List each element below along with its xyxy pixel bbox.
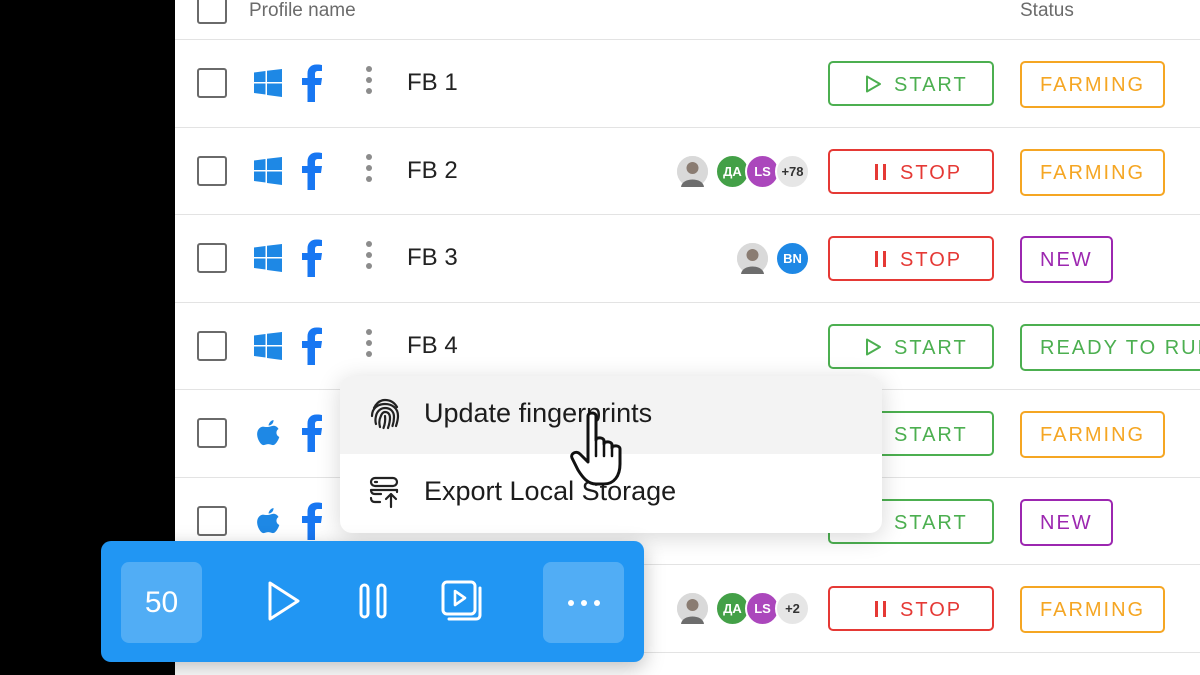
user-avatar-photo: [675, 591, 710, 626]
profile-name[interactable]: FB 2: [407, 157, 458, 185]
action-label: START: [894, 424, 968, 446]
status-column-header[interactable]: Status: [1020, 0, 1074, 22]
facebook-icon: [302, 502, 322, 540]
windows-icon: [254, 69, 282, 97]
more-icon-dot: [593, 599, 600, 606]
action-label: START: [894, 74, 968, 96]
status-badge: NEW: [1020, 236, 1113, 283]
apple-icon: [257, 507, 280, 533]
pause-icon: [875, 251, 886, 267]
play-all-icon[interactable]: [261, 579, 305, 623]
facebook-icon: [302, 64, 322, 102]
action-label: START: [894, 336, 968, 359]
profile-name[interactable]: FB 3: [407, 244, 458, 272]
pause-all-icon[interactable]: [351, 579, 395, 623]
action-label: STOP: [900, 599, 963, 621]
table-row[interactable]: FB 2 ДА LS +78 STOP FARMING: [175, 128, 1200, 215]
row-checkbox[interactable]: [197, 330, 227, 361]
status-badge: NEW: [1020, 498, 1113, 546]
row-menu-kebab-icon[interactable]: [363, 328, 375, 363]
row-checkbox[interactable]: [197, 155, 227, 186]
stop-button[interactable]: STOP: [828, 148, 994, 194]
open-windows-icon[interactable]: [440, 579, 484, 623]
stop-button[interactable]: STOP: [828, 586, 994, 631]
hand-cursor-icon: [570, 411, 622, 486]
table-header: Profile name Status: [175, 0, 1200, 40]
profile-name[interactable]: FB 1: [407, 69, 458, 97]
action-label: START: [894, 511, 968, 534]
user-avatar: BN: [775, 241, 810, 276]
action-label: STOP: [900, 249, 963, 271]
more-users-count[interactable]: +78: [775, 153, 810, 189]
pause-icon: [875, 601, 886, 617]
row-checkbox[interactable]: [197, 243, 227, 273]
more-users-count[interactable]: +2: [775, 591, 810, 626]
pause-icon: [875, 163, 886, 180]
play-icon: [866, 75, 881, 93]
fingerprint-icon: [370, 398, 400, 430]
windows-icon: [254, 244, 282, 272]
table-row[interactable]: FB 1 START FARMING: [175, 40, 1200, 128]
row-menu-kebab-icon[interactable]: [363, 66, 375, 100]
selected-count: 50: [121, 562, 202, 643]
table-row[interactable]: FB 3 BN STOP NEW: [175, 215, 1200, 303]
apple-icon: [257, 420, 280, 446]
select-all-checkbox[interactable]: [197, 0, 227, 24]
row-checkbox[interactable]: [197, 68, 227, 98]
start-button[interactable]: START: [828, 323, 994, 369]
status-badge: FARMING: [1020, 586, 1166, 633]
status-badge: FARMING: [1020, 148, 1166, 196]
stop-button[interactable]: STOP: [828, 236, 994, 281]
more-icon-dot: [580, 599, 587, 606]
profile-name[interactable]: FB 4: [407, 332, 458, 360]
row-checkbox[interactable]: [197, 505, 227, 536]
windows-icon: [254, 156, 282, 185]
windows-icon: [254, 331, 282, 360]
profile-name-column-header[interactable]: Profile name: [249, 0, 356, 22]
status-badge: FARMING: [1020, 411, 1166, 458]
status-badge: READY TO RUN: [1020, 323, 1200, 371]
action-label: STOP: [900, 161, 963, 184]
export-storage-icon: [369, 476, 399, 509]
start-button[interactable]: START: [828, 61, 994, 106]
row-checkbox[interactable]: [197, 418, 227, 448]
more-actions-button[interactable]: [543, 562, 624, 643]
bulk-actions-toolbar: 50: [101, 541, 644, 662]
facebook-icon: [302, 414, 322, 452]
user-avatar-photo: [675, 153, 710, 189]
row-menu-kebab-icon[interactable]: [363, 153, 375, 188]
facebook-icon: [302, 152, 322, 190]
user-avatar-photo: [735, 241, 770, 276]
facebook-icon: [302, 239, 322, 277]
row-menu-kebab-icon[interactable]: [363, 241, 375, 275]
more-icon-dot: [567, 599, 574, 606]
menu-item-label: Export Local Storage: [424, 476, 677, 506]
facebook-icon: [302, 327, 322, 365]
status-badge: FARMING: [1020, 61, 1166, 108]
play-icon: [866, 338, 881, 355]
